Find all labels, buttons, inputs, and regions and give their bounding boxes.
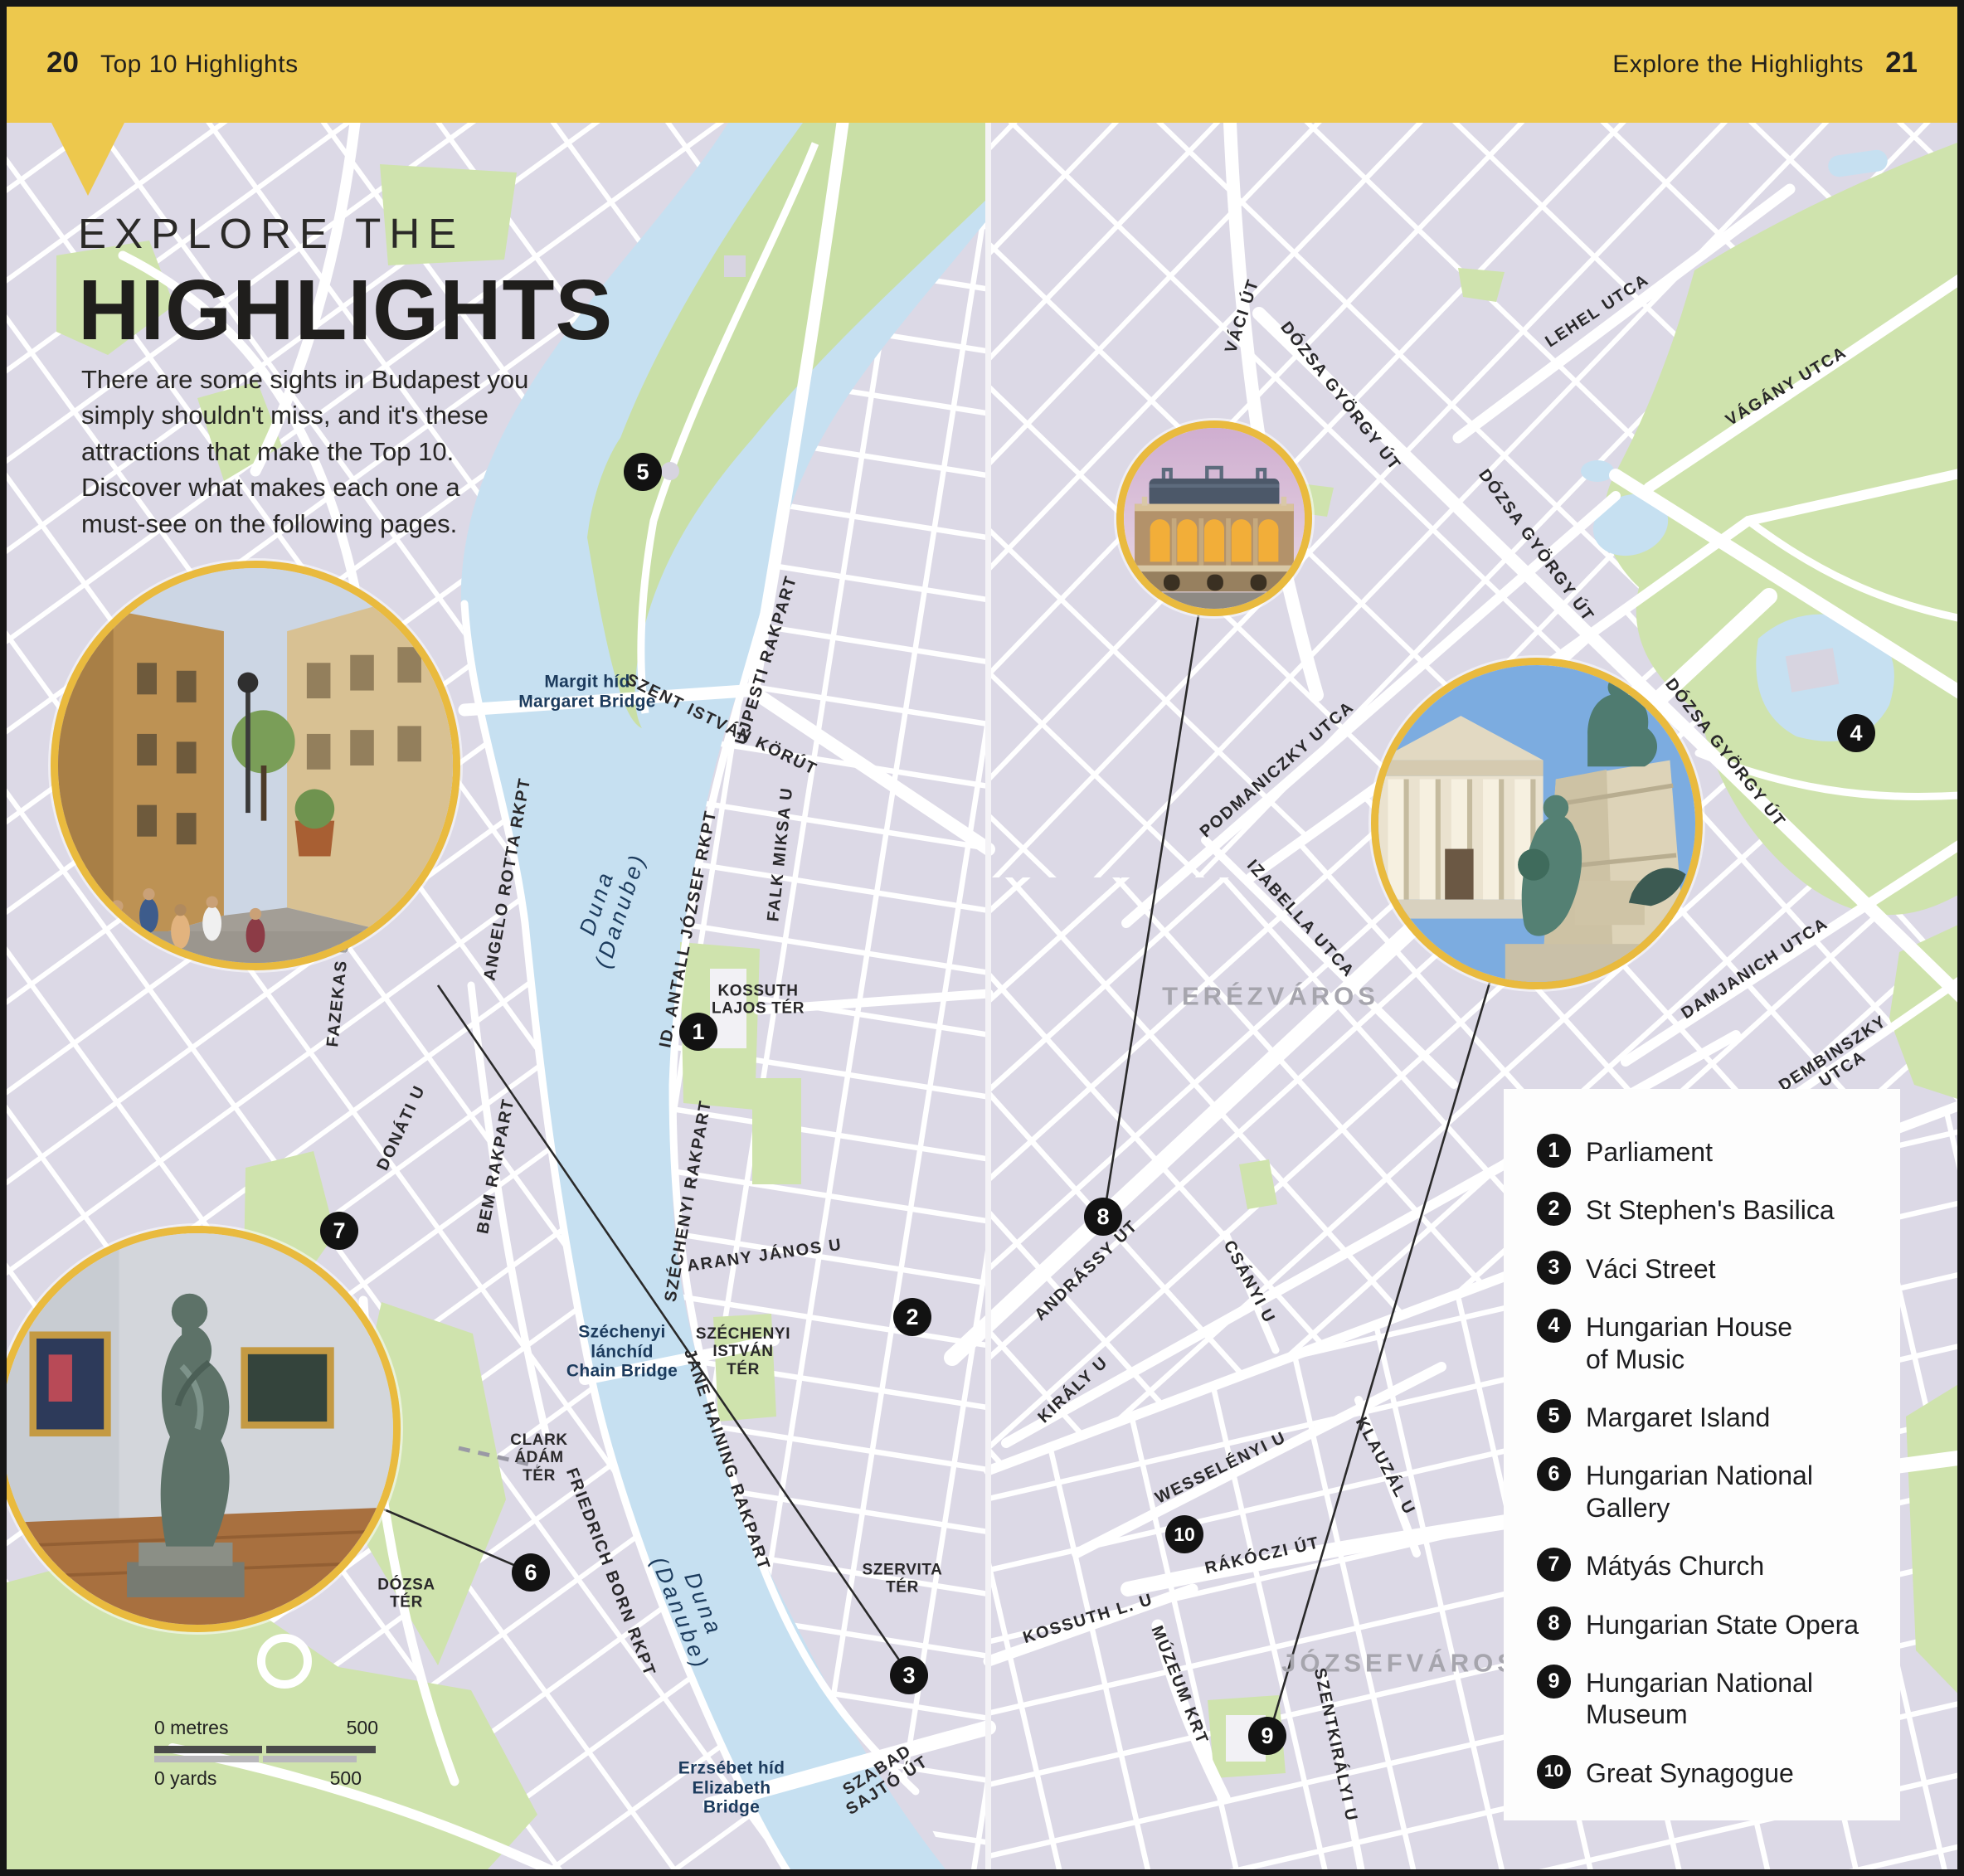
legend-bullet: 3 [1537, 1251, 1571, 1285]
map-marker-5: 5 [624, 453, 662, 491]
scale-bar-yards [154, 1756, 357, 1762]
page-title-line2: HIGHLIGHTS [78, 261, 613, 359]
map-marker-10: 10 [1165, 1515, 1203, 1553]
intro-paragraph: There are some sights in Budapest you si… [81, 362, 528, 542]
legend-bullet: 8 [1537, 1606, 1571, 1640]
map-marker-9: 9 [1248, 1717, 1286, 1755]
legend-bullet: 4 [1537, 1309, 1571, 1343]
page-title-line1: EXPLORE THE [78, 209, 613, 258]
legend-list: 1 Parliament 2 St Stephen's Basilica 3 Váci S… [1504, 1089, 1900, 1789]
left-section-title: Top 10 Highlights [100, 51, 299, 79]
vaci-street-photo [51, 561, 460, 970]
header-left: 20 Top 10 Highlights [46, 46, 299, 80]
legend-label: Váci Street [1586, 1249, 1716, 1285]
header-right: Explore the Highlights 21 [1612, 46, 1918, 80]
legend-bullet: 2 [1537, 1192, 1571, 1226]
page-title: EXPLORE THE HIGHLIGHTS [78, 209, 613, 359]
header-bar: 20 Top 10 Highlights Explore the Highlig… [7, 7, 1957, 123]
legend-label: Margaret Island [1586, 1397, 1770, 1433]
scale-metres-value: 500 [347, 1717, 378, 1739]
state-opera-photo [1116, 420, 1312, 616]
legend-bullet: 1 [1537, 1134, 1571, 1168]
legend-bullet: 6 [1537, 1457, 1571, 1491]
guidebook-spread: 20 Top 10 Highlights Explore the Highlig… [0, 0, 1964, 1876]
legend-item-2: 2 St Stephen's Basilica [1537, 1190, 1900, 1226]
legend-item-1: 1 Parliament [1537, 1132, 1900, 1168]
header-pointer-tab [51, 123, 124, 196]
scale-bar: 0 metres 500 0 yards 500 [154, 1717, 378, 1790]
legend-item-6: 6 Hungarian National Gallery [1537, 1456, 1900, 1524]
map-marker-4: 4 [1837, 714, 1875, 752]
right-section-title: Explore the Highlights [1612, 51, 1864, 79]
national-museum-photo [1371, 658, 1703, 989]
map-marker-8: 8 [1084, 1198, 1122, 1236]
legend-item-5: 5 Margaret Island [1537, 1397, 1900, 1433]
legend-item-9: 9 Hungarian National Museum [1537, 1663, 1900, 1731]
legend-label: St Stephen's Basilica [1586, 1190, 1835, 1226]
legend-item-10: 10 Great Synagogue [1537, 1753, 1900, 1789]
legend-bullet: 7 [1537, 1548, 1571, 1582]
legend-label: Hungarian House of Music [1586, 1307, 1792, 1375]
legend-label: Hungarian State Opera [1586, 1605, 1859, 1640]
map-marker-6: 6 [512, 1553, 550, 1592]
map-marker-7: 7 [320, 1212, 358, 1250]
legend-item-8: 8 Hungarian State Opera [1537, 1605, 1900, 1640]
map-marker-1: 1 [679, 1013, 717, 1051]
legend-label: Hungarian National Museum [1586, 1663, 1813, 1731]
scale-metres-label: 0 metres [154, 1717, 228, 1739]
scale-bar-metres [154, 1746, 378, 1753]
legend-label: Mátyás Church [1586, 1546, 1764, 1582]
legend-label: Parliament [1586, 1132, 1713, 1168]
legend-item-7: 7 Mátyás Church [1537, 1546, 1900, 1582]
right-page-number: 21 [1885, 46, 1918, 80]
legend-box: 1 Parliament 2 St Stephen's Basilica 3 Váci S… [1504, 1089, 1900, 1820]
legend-label: Hungarian National Gallery [1586, 1456, 1813, 1524]
legend-item-4: 4 Hungarian House of Music [1537, 1307, 1900, 1375]
legend-item-3: 3 Váci Street [1537, 1249, 1900, 1285]
left-page-number: 20 [46, 46, 79, 80]
national-gallery-photo [0, 1226, 401, 1632]
page-gutter [985, 123, 991, 1876]
legend-bullet: 9 [1537, 1665, 1571, 1699]
legend-bullet: 5 [1537, 1399, 1571, 1433]
scale-yards-label: 0 yards [154, 1767, 216, 1790]
legend-label: Great Synagogue [1586, 1753, 1794, 1789]
map-marker-2: 2 [893, 1298, 931, 1336]
legend-bullet: 10 [1537, 1755, 1571, 1789]
map-marker-3: 3 [890, 1656, 928, 1694]
scale-yards-value: 500 [330, 1767, 362, 1790]
